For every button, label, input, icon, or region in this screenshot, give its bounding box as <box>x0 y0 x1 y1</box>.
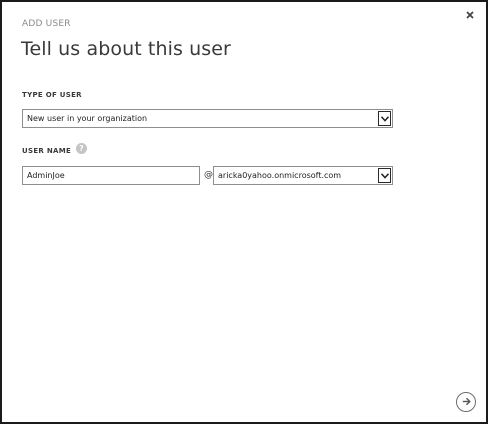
chevron-down-icon[interactable] <box>378 168 391 183</box>
next-button[interactable] <box>456 392 476 412</box>
at-symbol: @ <box>204 170 213 180</box>
arrow-right-icon <box>462 397 471 406</box>
page-title: Tell us about this user <box>21 38 231 60</box>
question-icon[interactable]: ? <box>76 143 87 154</box>
user-name-value: AdminJoe <box>27 171 65 180</box>
dialog-eyebrow: ADD USER <box>22 19 71 29</box>
type-of-user-select[interactable]: New user in your organization <box>22 109 393 128</box>
domain-value: aricka0yahoo.onmicrosoft.com <box>218 171 342 180</box>
close-icon[interactable] <box>464 9 476 21</box>
type-of-user-label: TYPE OF USER <box>22 91 82 99</box>
user-name-input[interactable]: AdminJoe <box>22 166 200 185</box>
chevron-down-icon[interactable] <box>378 111 391 126</box>
domain-select[interactable]: aricka0yahoo.onmicrosoft.com <box>213 166 393 185</box>
user-name-label: USER NAME <box>22 147 72 155</box>
type-of-user-value: New user in your organization <box>27 114 148 123</box>
add-user-dialog: ADD USER Tell us about this user TYPE OF… <box>0 0 488 424</box>
